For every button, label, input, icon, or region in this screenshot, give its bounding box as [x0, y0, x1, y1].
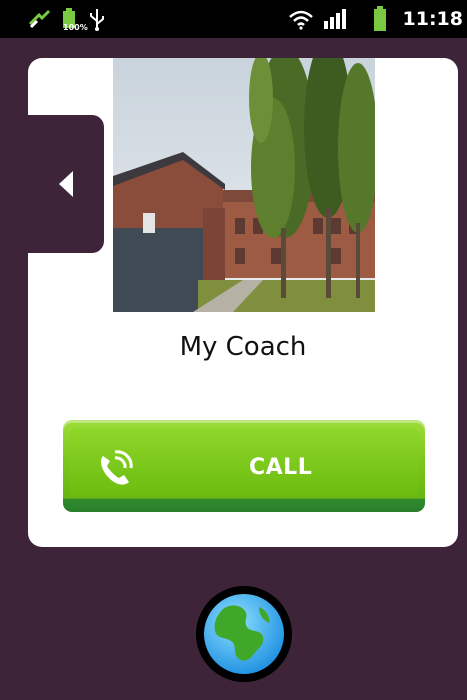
back-button[interactable] [28, 115, 104, 253]
battery-percent: 100% [63, 23, 88, 32]
phone-call-icon [101, 450, 133, 485]
battery-icon [370, 0, 390, 38]
call-label: CALL [249, 455, 313, 480]
status-time: 11:18 [402, 8, 463, 30]
globe-button[interactable] [196, 586, 292, 682]
back-arrow-icon [59, 171, 73, 197]
contact-name: My Coach [179, 332, 307, 362]
usb-icon [86, 0, 108, 38]
globe-icon [204, 594, 284, 674]
signal-icon [320, 0, 350, 38]
wifi-icon [286, 0, 316, 38]
building-photo [113, 58, 375, 312]
call-button-face: CALL [69, 428, 419, 496]
usb-tethering-icon [26, 0, 54, 38]
status-bar: 100% 11:18 [0, 0, 467, 38]
call-button[interactable]: CALL [63, 420, 425, 512]
battery-small-icon [58, 0, 80, 38]
